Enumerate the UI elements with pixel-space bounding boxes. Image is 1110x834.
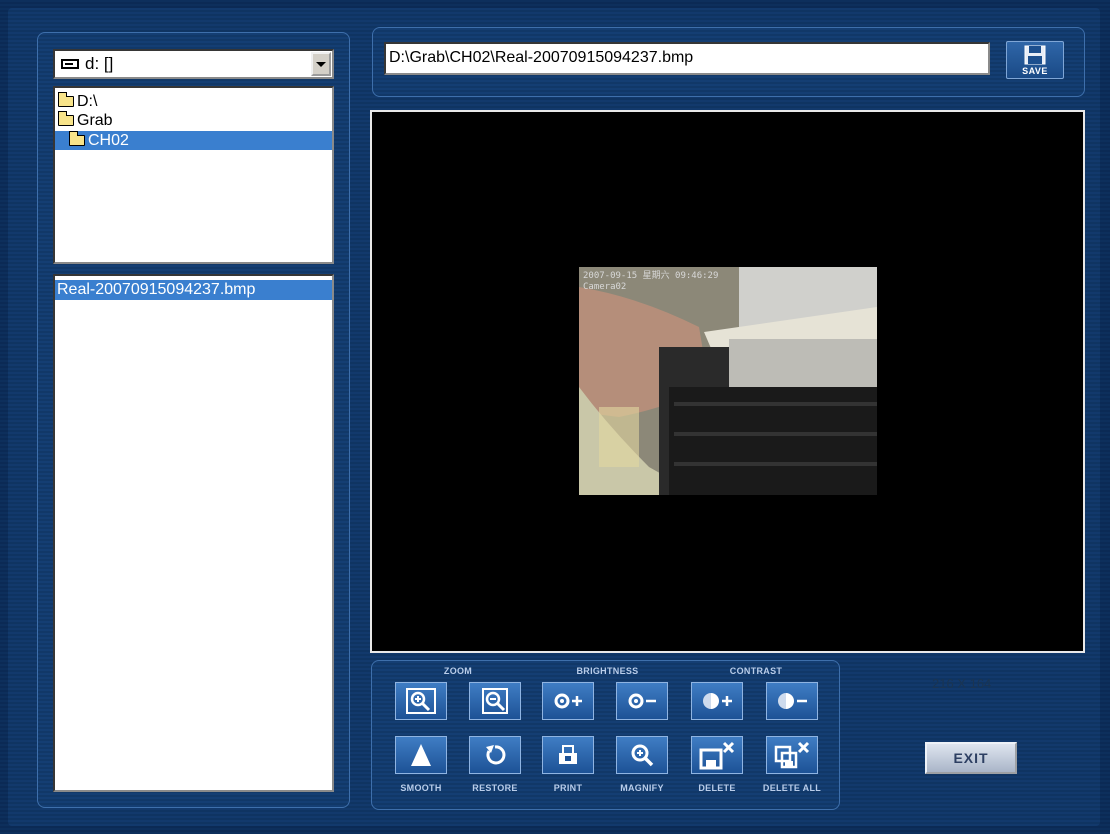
delete-icon xyxy=(699,741,735,770)
exit-button[interactable]: EXIT xyxy=(925,742,1017,774)
folder-label: D:\ xyxy=(77,93,98,110)
delete-button[interactable] xyxy=(691,736,743,774)
restore-icon xyxy=(486,745,506,765)
contrast-up-icon xyxy=(703,693,732,709)
folder-open-icon xyxy=(57,111,74,126)
magnify-button[interactable] xyxy=(616,736,668,774)
file-list-item[interactable]: Real-20070915094237.bmp xyxy=(55,280,332,300)
image-viewer[interactable]: 2007-09-15 星期六 09:46:29 Camera02 xyxy=(370,110,1085,653)
image-resolution: 216 X 164 xyxy=(932,676,992,691)
delete-all-icon xyxy=(774,741,810,769)
delete-label: DELETE xyxy=(698,783,736,793)
camera-osd: 2007-09-15 星期六 09:46:29 Camera02 xyxy=(583,271,718,293)
drive-select[interactable]: d: [] xyxy=(53,49,334,79)
zoom-in-icon xyxy=(406,688,436,714)
path-input[interactable]: D:\Grab\CH02\Real-20070915094237.bmp xyxy=(384,42,990,75)
chevron-down-icon xyxy=(316,61,326,67)
print-icon xyxy=(559,745,577,764)
contrast-up-button[interactable] xyxy=(691,682,743,720)
magnify-icon xyxy=(631,744,654,767)
magnify-label: MAGNIFY xyxy=(620,783,664,793)
osd-timestamp: 2007-09-15 星期六 09:46:29 xyxy=(583,271,719,281)
zoom-label: ZOOM xyxy=(443,666,473,676)
brightness-up-icon xyxy=(554,693,582,709)
drive-select-value: d: [] xyxy=(85,54,114,73)
brightness-down-button[interactable] xyxy=(616,682,668,720)
folder-item-root[interactable]: D:\ xyxy=(55,92,332,111)
folder-label: Grab xyxy=(77,112,113,129)
folder-item-ch02[interactable]: CH02 xyxy=(55,131,332,150)
brightness-down-icon xyxy=(628,693,656,709)
file-list[interactable]: Real-20070915094237.bmp xyxy=(53,274,334,792)
dropdown-button[interactable] xyxy=(311,52,331,76)
triangle-icon xyxy=(411,744,431,766)
contrast-down-button[interactable] xyxy=(766,682,818,720)
restore-button[interactable] xyxy=(469,736,521,774)
save-label: SAVE xyxy=(1022,65,1048,76)
print-button[interactable] xyxy=(542,736,594,774)
floppy-disk-icon xyxy=(1024,45,1046,64)
contrast-label: CONTRAST xyxy=(729,666,783,676)
delete-all-label: DELETE ALL xyxy=(762,783,822,793)
brightness-up-button[interactable] xyxy=(542,682,594,720)
zoom-out-button[interactable] xyxy=(469,682,521,720)
save-button[interactable]: SAVE xyxy=(1006,41,1064,79)
zoom-in-button[interactable] xyxy=(395,682,447,720)
folder-open-icon xyxy=(57,92,74,107)
brightness-label: BRIGHTNESS xyxy=(576,666,639,676)
folder-open-icon xyxy=(68,131,85,146)
zoom-out-icon xyxy=(482,688,508,714)
folder-label: CH02 xyxy=(88,132,129,149)
contrast-down-icon xyxy=(778,693,807,709)
delete-all-button[interactable] xyxy=(766,736,818,774)
drive-icon xyxy=(61,59,79,69)
smooth-label: SMOOTH xyxy=(400,783,442,793)
smooth-button[interactable] xyxy=(395,736,447,774)
camera-snapshot-image: 2007-09-15 星期六 09:46:29 Camera02 xyxy=(579,267,877,495)
folder-tree[interactable]: D:\ Grab CH02 xyxy=(53,86,334,264)
folder-item-grab[interactable]: Grab xyxy=(55,111,332,130)
print-label: PRINT xyxy=(553,783,583,793)
restore-label: RESTORE xyxy=(472,783,518,793)
osd-camera-name: Camera02 xyxy=(583,282,627,292)
